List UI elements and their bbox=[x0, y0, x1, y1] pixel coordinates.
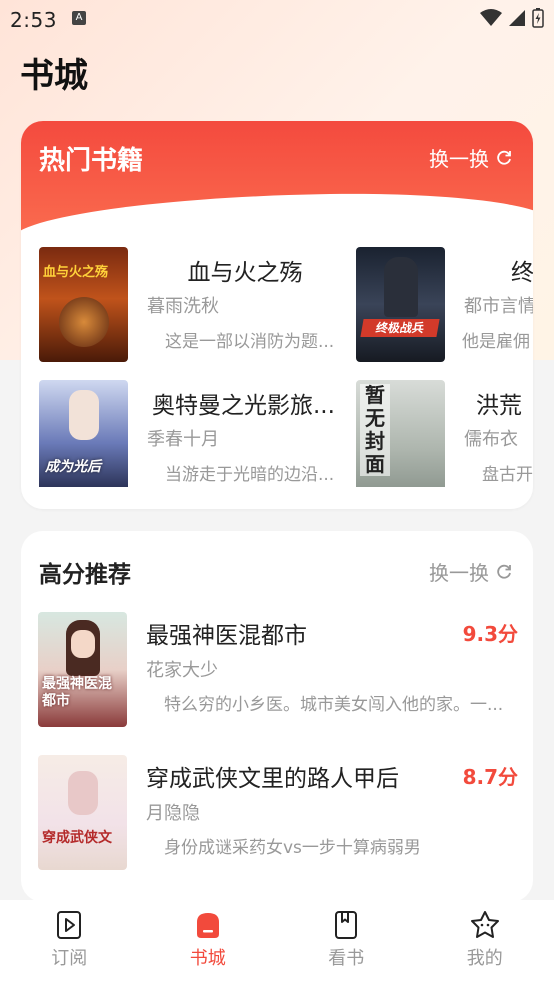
high-score-card: 高分推荐 换一换 最强神医混都市 最强神医混都市 9.3分 花家大少 特么穷的小… bbox=[21, 531, 533, 902]
refresh-icon bbox=[497, 150, 511, 165]
cover-title: 最强神医混都市 bbox=[42, 676, 112, 709]
tab-reading[interactable]: 看书 bbox=[277, 900, 415, 986]
book-desc: 身份成谜采药女vs一步十算病弱男 bbox=[164, 838, 421, 858]
book-desc: 他是雇佣 bbox=[462, 332, 530, 352]
rec-book-item[interactable]: 穿成武侠文 穿成武侠文里的路人甲后 8.7分 月隐隐 身份成谜采药女vs一步十算… bbox=[38, 755, 518, 873]
notification-icon: A bbox=[72, 11, 86, 25]
tab-label: 书城 bbox=[189, 948, 226, 969]
bookmark-book-icon bbox=[335, 911, 358, 939]
tab-subscribe[interactable]: 订阅 bbox=[0, 900, 138, 986]
book-score: 8.7分 bbox=[462, 765, 518, 789]
book-title: 洪荒 bbox=[476, 393, 522, 419]
book-title: 最强神医混都市 bbox=[146, 623, 307, 649]
tab-label: 我的 bbox=[466, 948, 503, 969]
cover-title: 穿成武侠文 bbox=[42, 830, 112, 846]
high-score-title: 高分推荐 bbox=[39, 562, 131, 588]
rec-book-item[interactable]: 最强神医混都市 最强神医混都市 9.3分 花家大少 特么穷的小乡医。城市美女闯入… bbox=[38, 612, 518, 730]
hot-book-item[interactable]: 终极战兵 终 都市言情 他是雇佣 bbox=[356, 247, 533, 363]
book-cover: 终极战兵 bbox=[356, 247, 445, 362]
hot-book-item[interactable]: 暂无封面 洪荒 儒布衣 盘古开 bbox=[356, 380, 533, 487]
wifi-icon bbox=[480, 9, 502, 26]
book-author: 暮雨洗秋 bbox=[147, 296, 219, 317]
signal-icon bbox=[509, 10, 525, 26]
book-title: 穿成武侠文里的路人甲后 bbox=[146, 766, 399, 792]
hot-books-card: 热门书籍 换一换 血与火之殇 血与火之殇 暮雨洗秋 这是一部以消防为题... 终… bbox=[21, 121, 533, 509]
hot-books-grid: 血与火之殇 血与火之殇 暮雨洗秋 这是一部以消防为题... 终极战兵 终 都市言… bbox=[39, 247, 533, 487]
rec-swap-button[interactable]: 换一换 bbox=[429, 557, 513, 586]
page-title: 书城 bbox=[20, 56, 88, 96]
status-icons bbox=[480, 8, 544, 28]
status-time: 2:53 bbox=[10, 8, 57, 32]
book-desc: 盘古开 bbox=[482, 465, 533, 485]
book-desc: 特么穷的小乡医。城市美女闯入他的家。一... bbox=[164, 695, 504, 715]
play-card-icon bbox=[57, 911, 82, 939]
book-author: 儒布衣 bbox=[464, 429, 518, 450]
store-icon bbox=[196, 913, 219, 938]
book-title: 奥特曼之光影旅... bbox=[152, 393, 335, 419]
cover-title: 终极战兵 bbox=[360, 319, 440, 337]
book-score: 9.3分 bbox=[462, 622, 518, 646]
tab-profile[interactable]: 我的 bbox=[416, 900, 554, 986]
swap-label: 换一换 bbox=[429, 561, 489, 585]
book-author: 季春十月 bbox=[147, 429, 219, 450]
hot-book-item[interactable]: 成为光后 奥特曼之光影旅... 季春十月 当游走于光暗的边沿... bbox=[39, 380, 379, 487]
book-desc: 当游走于光暗的边沿... bbox=[165, 465, 335, 485]
book-author: 月隐隐 bbox=[146, 803, 200, 824]
bottom-tab-bar: 订阅 书城 看书 我的 bbox=[0, 900, 554, 986]
cover-title: 成为光后 bbox=[45, 459, 101, 475]
hot-book-item[interactable]: 血与火之殇 血与火之殇 暮雨洗秋 这是一部以消防为题... bbox=[39, 247, 379, 363]
book-desc: 这是一部以消防为题... bbox=[165, 332, 335, 352]
status-bar: 2:53 A bbox=[0, 0, 554, 40]
book-cover: 最强神医混都市 bbox=[38, 612, 127, 727]
tab-label: 看书 bbox=[328, 948, 365, 969]
book-title: 血与火之殇 bbox=[187, 260, 303, 286]
battery-icon bbox=[532, 8, 544, 28]
cover-title: 血与火之殇 bbox=[43, 265, 109, 280]
cover-title: 暂无封面 bbox=[360, 384, 390, 476]
swap-label: 换一换 bbox=[429, 147, 489, 171]
tab-bookstore[interactable]: 书城 bbox=[139, 900, 277, 986]
book-cover: 暂无封面 bbox=[356, 380, 445, 487]
hot-books-title: 热门书籍 bbox=[39, 146, 144, 176]
book-author: 都市言情 bbox=[464, 296, 533, 317]
book-cover: 穿成武侠文 bbox=[38, 755, 127, 870]
book-author: 花家大少 bbox=[146, 660, 218, 681]
hot-swap-button[interactable]: 换一换 bbox=[429, 143, 513, 172]
book-cover: 成为光后 bbox=[39, 380, 128, 487]
book-title: 终 bbox=[511, 260, 533, 286]
tab-label: 订阅 bbox=[51, 948, 88, 969]
book-cover: 血与火之殇 bbox=[39, 247, 128, 362]
refresh-icon bbox=[497, 564, 511, 579]
star-face-icon bbox=[470, 911, 499, 938]
